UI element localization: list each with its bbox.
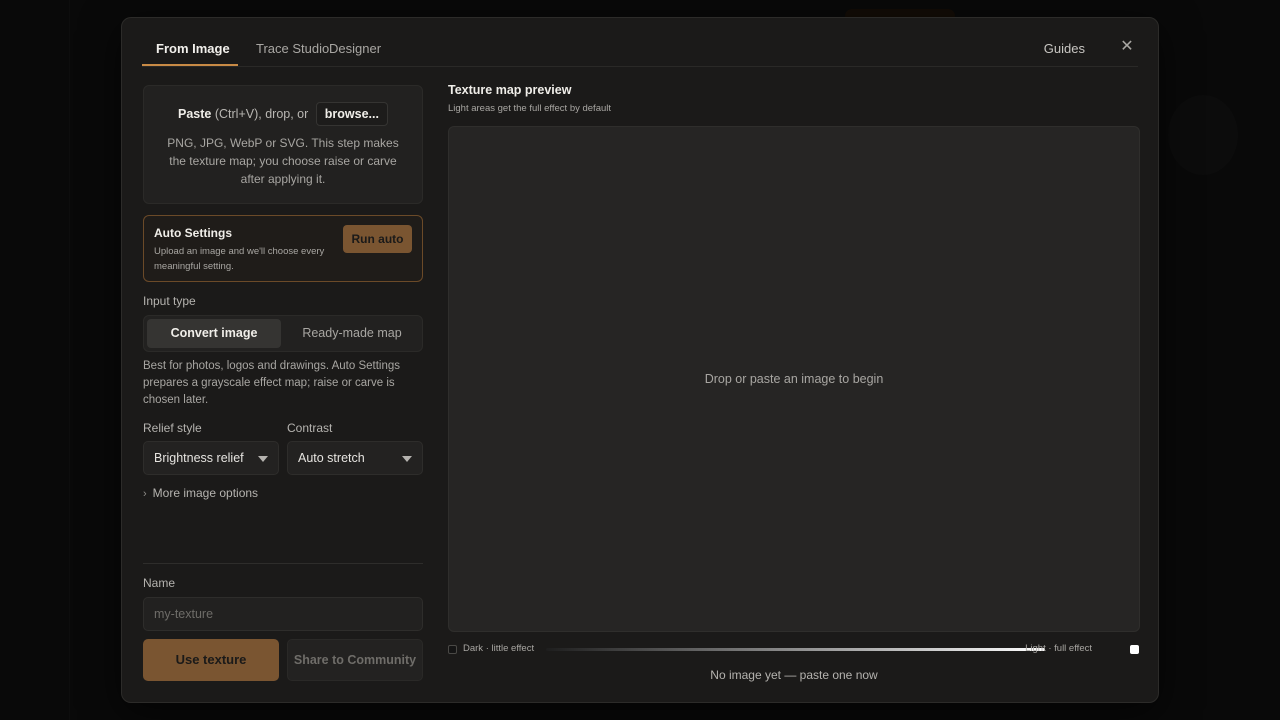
name-label: Name (143, 576, 176, 590)
tab-from-image[interactable]: From Image (156, 41, 230, 56)
preview-subtitle: Light areas get the full effect by defau… (448, 103, 612, 114)
contrast-value: Auto stretch (298, 451, 365, 465)
auto-settings-description: Upload an image and we'll choose every m… (154, 246, 325, 272)
paste-instruction: Paste (Ctrl+V), drop, or browse... (144, 102, 422, 126)
tab-bar: From Image Trace Studio Designer Guides … (142, 18, 1138, 67)
paste-hint: (Ctrl+V), drop, or (214, 107, 309, 121)
active-tab-indicator (142, 64, 238, 66)
caret-down-icon (258, 456, 268, 462)
input-type-toggle: Convert image Ready-made map (143, 315, 423, 352)
use-texture-button[interactable]: Use texture (143, 639, 279, 681)
contrast-select[interactable]: Auto stretch (287, 441, 423, 475)
dark-swatch (448, 645, 457, 654)
more-image-options-label: More image options (152, 486, 259, 500)
tab-designer[interactable]: Designer (329, 41, 381, 56)
light-swatch (1130, 645, 1139, 654)
preview-title: Texture map preview (448, 83, 572, 97)
relief-style-value: Brightness relief (154, 451, 244, 465)
input-type-ready-made-map[interactable]: Ready-made map (283, 319, 421, 348)
paste-label: Paste (178, 107, 212, 121)
image-dropzone[interactable]: Paste (Ctrl+V), drop, or browse... PNG, … (143, 85, 423, 204)
run-auto-button[interactable]: Run auto (343, 225, 412, 253)
preview-status: No image yet — paste one now (710, 668, 878, 682)
browse-button[interactable]: browse... (315, 102, 388, 126)
contrast-label: Contrast (287, 421, 333, 435)
more-image-options-toggle[interactable]: › More image options (143, 486, 258, 500)
auto-settings-card: Auto Settings Upload an image and we'll … (143, 215, 423, 282)
chevron-right-icon: › (143, 488, 147, 500)
guides-link[interactable]: Guides (1044, 41, 1085, 56)
effect-gradient-bar (546, 648, 1045, 651)
auto-settings-title: Auto Settings (154, 226, 232, 240)
share-to-community-button[interactable]: Share to Community (287, 639, 423, 681)
dropzone-description: PNG, JPG, WebP or SVG. This step makes t… (167, 136, 399, 186)
input-type-convert-image[interactable]: Convert image (147, 319, 281, 348)
relief-style-select[interactable]: Brightness relief (143, 441, 279, 475)
input-type-label: Input type (143, 294, 196, 308)
section-divider (143, 563, 423, 564)
tab-trace-studio[interactable]: Trace Studio (256, 41, 329, 56)
close-icon[interactable]: ✕ (1118, 38, 1136, 56)
legend-light-label: Light · full effect (1025, 643, 1092, 654)
caret-down-icon (402, 456, 412, 462)
preview-empty-message: Drop or paste an image to begin (704, 372, 884, 386)
name-input[interactable] (143, 597, 423, 631)
relief-style-label: Relief style (143, 421, 202, 435)
texture-preview-canvas[interactable]: Drop or paste an image to begin (448, 126, 1140, 632)
legend-dark-label: Dark · little effect (463, 643, 535, 654)
input-type-description: Best for photos, logos and drawings. Aut… (143, 360, 400, 406)
texture-modal: From Image Trace Studio Designer Guides … (121, 17, 1159, 703)
